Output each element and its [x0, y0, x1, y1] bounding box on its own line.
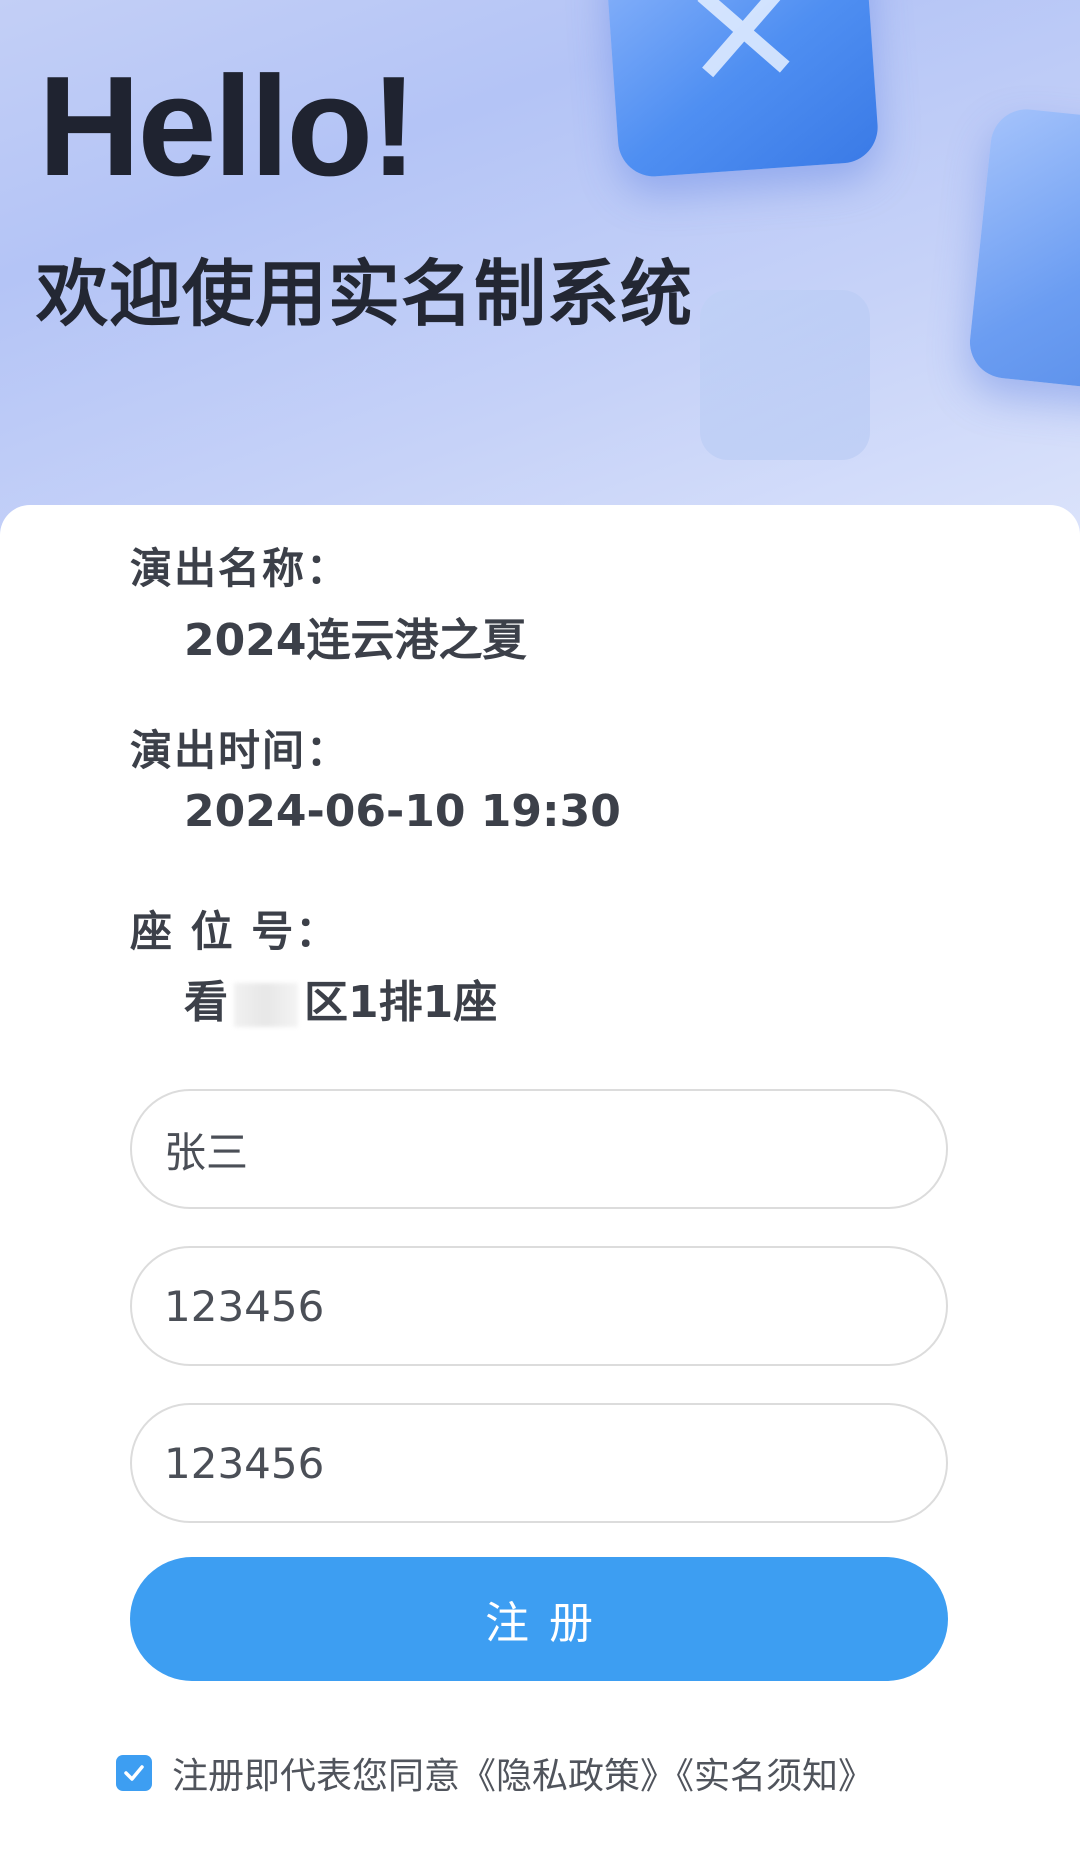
- seat-value-prefix: 看: [184, 977, 228, 1028]
- id-field[interactable]: [130, 1246, 948, 1366]
- show-name-value: 2024连云港之夏: [184, 615, 527, 666]
- name-input[interactable]: [162, 1123, 946, 1175]
- show-time-value: 2024-06-10 19:30: [184, 786, 621, 837]
- seat-value: 看 区1排1座: [184, 966, 497, 1030]
- redacted-area: [234, 983, 298, 1027]
- register-button[interactable]: 注册: [130, 1557, 948, 1681]
- decorative-3d-tile: [966, 105, 1080, 395]
- seat-label: 座 位 号：: [130, 907, 340, 956]
- header-banner: ✕ Hello! 欢迎使用实名制系统: [0, 0, 1080, 540]
- phone-input[interactable]: [162, 1437, 946, 1489]
- agreement-row: 注册即代表您同意《隐私政策》《实名须知》: [116, 1747, 874, 1799]
- decorative-glyph-icon: ✕: [675, 0, 813, 127]
- decorative-3d-tile: [700, 290, 870, 460]
- phone-field[interactable]: [130, 1403, 948, 1523]
- welcome-subtitle: 欢迎使用实名制系统: [36, 252, 694, 336]
- show-time-label: 演出时间：: [130, 726, 351, 775]
- agreement-text[interactable]: 注册即代表您同意《隐私政策》《实名须知》: [172, 1747, 874, 1799]
- id-input[interactable]: [162, 1280, 946, 1332]
- name-field[interactable]: [130, 1089, 948, 1209]
- greeting-title: Hello!: [38, 47, 417, 206]
- show-name-label: 演出名称：: [130, 544, 351, 593]
- agreement-checkbox[interactable]: [116, 1755, 152, 1791]
- check-icon: [124, 1765, 144, 1781]
- seat-value-suffix: 区1排1座: [304, 977, 498, 1028]
- decorative-3d-tile: ✕: [603, 0, 881, 179]
